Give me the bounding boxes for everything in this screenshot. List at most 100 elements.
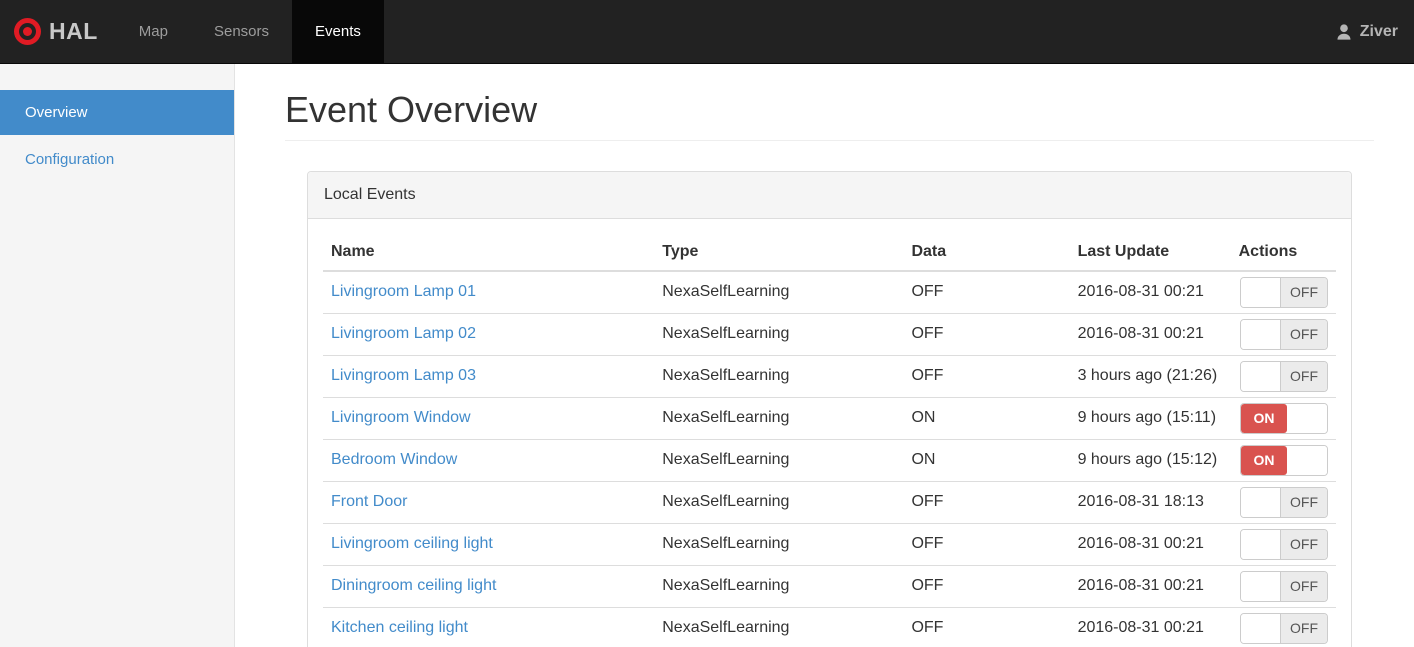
table-row: Diningroom ceiling light NexaSelfLearnin… <box>323 564 1336 608</box>
event-data: ON <box>903 396 1070 440</box>
table-row: Front Door NexaSelfLearning OFF 2016-08-… <box>323 480 1336 524</box>
event-last-update: 2016-08-31 18:13 <box>1069 480 1231 524</box>
event-type: NexaSelfLearning <box>654 438 904 482</box>
event-name-link[interactable]: Bedroom Window <box>331 451 457 468</box>
toggle-label: OFF <box>1281 571 1327 601</box>
event-data: OFF <box>903 480 1070 524</box>
page-header: Event Overview <box>285 90 1374 141</box>
nav-item-map[interactable]: Map <box>116 0 191 63</box>
toggle-label: ON <box>1241 445 1287 475</box>
event-data: OFF <box>903 522 1070 566</box>
brand-label: HAL <box>49 18 98 44</box>
table-row: Bedroom Window NexaSelfLearning ON 9 hou… <box>323 438 1336 482</box>
event-type: NexaSelfLearning <box>662 283 790 301</box>
event-type: NexaSelfLearning <box>654 354 904 398</box>
header-type: Type <box>654 233 904 272</box>
event-last-update: 9 hours ago (15:12) <box>1069 438 1231 482</box>
event-last-update: 2016-08-31 00:21 <box>1069 522 1231 566</box>
header-data: Data <box>903 233 1070 272</box>
event-last-update: 2016-08-31 00:21 <box>1069 312 1231 356</box>
toggle-handle <box>1241 613 1281 643</box>
top-navbar: HAL Map Sensors Events Ziver <box>0 0 1414 64</box>
table-row: Livingroom ceiling light NexaSelfLearnin… <box>323 522 1336 566</box>
event-type: NexaSelfLearning <box>654 606 904 647</box>
table-header-row: Name Type Data Last Update Actions <box>323 233 1336 272</box>
header-actions: Actions <box>1230 233 1336 272</box>
toggle-handle <box>1241 361 1281 391</box>
table-row: Kitchen ceiling light NexaSelfLearning O… <box>323 606 1336 647</box>
toggle-label: OFF <box>1281 361 1327 391</box>
event-type: NexaSelfLearning <box>654 522 904 566</box>
table-row: Livingroom Lamp 03 NexaSelfLearning OFF … <box>323 354 1336 398</box>
main-content: Event Overview Local Events Name Type Da… <box>235 64 1414 647</box>
header-name: Name <box>323 233 655 272</box>
table-row: Livingroom Lamp 02 NexaSelfLearning OFF … <box>323 312 1336 356</box>
toggle-handle <box>1241 487 1281 517</box>
event-data: OFF <box>903 312 1070 356</box>
panel-title: Local Events <box>308 171 1351 219</box>
event-data: OFF <box>911 283 944 301</box>
toggle-handle <box>1241 319 1281 349</box>
toggle-label: OFF <box>1281 487 1327 517</box>
toggle-switch[interactable]: OFF <box>1240 570 1328 602</box>
nav-item-events[interactable]: Events <box>292 0 384 63</box>
local-events-panel: Local Events Name Type Data Last Update … <box>307 170 1352 647</box>
event-name-link[interactable]: Livingroom Lamp 01 <box>331 283 476 300</box>
events-table: Name Type Data Last Update Actions Livin… <box>323 233 1336 647</box>
brand[interactable]: HAL <box>0 0 116 63</box>
toggle-handle <box>1241 529 1281 559</box>
event-data: OFF <box>903 564 1070 608</box>
user-menu[interactable]: Ziver <box>1335 0 1414 63</box>
toggle-switch[interactable]: OFF <box>1240 360 1328 392</box>
user-name: Ziver <box>1359 22 1398 40</box>
event-name-link[interactable]: Livingroom ceiling light <box>331 535 493 552</box>
event-data: OFF <box>903 606 1070 647</box>
event-name-link[interactable]: Diningroom ceiling light <box>331 577 496 594</box>
toggle-switch[interactable]: OFF <box>1240 486 1328 518</box>
target-icon <box>14 18 41 45</box>
toggle-handle <box>1287 403 1327 433</box>
header-last-update: Last Update <box>1069 233 1231 272</box>
sidebar-item-overview[interactable]: Overview <box>0 90 234 135</box>
toggle-label: OFF <box>1281 277 1327 307</box>
toggle-switch[interactable]: ON <box>1240 444 1328 476</box>
events-table-body: Livingroom Lamp 01 NexaSelfLearning OFF … <box>323 271 1336 647</box>
sidebar-item-configuration[interactable]: Configuration <box>0 137 234 182</box>
event-last-update: 2016-08-31 00:21 <box>1069 564 1231 608</box>
nav-links: Map Sensors Events <box>116 0 384 63</box>
toggle-handle <box>1241 277 1281 307</box>
event-name-link[interactable]: Livingroom Lamp 03 <box>331 367 476 384</box>
event-type: NexaSelfLearning <box>654 480 904 524</box>
toggle-label: OFF <box>1281 529 1327 559</box>
nav-item-sensors[interactable]: Sensors <box>191 0 292 63</box>
event-data: ON <box>903 438 1070 482</box>
event-last-update: 2016-08-31 00:21 <box>1077 283 1204 301</box>
toggle-switch[interactable]: OFF <box>1240 318 1328 350</box>
event-name-link[interactable]: Livingroom Lamp 02 <box>331 325 476 342</box>
event-data: OFF <box>903 354 1070 398</box>
toggle-switch[interactable]: OFF <box>1240 528 1328 560</box>
event-last-update: 2016-08-31 00:21 <box>1069 606 1231 647</box>
event-name-link[interactable]: Kitchen ceiling light <box>331 619 468 636</box>
event-last-update: 9 hours ago (15:11) <box>1069 396 1231 440</box>
toggle-label: OFF <box>1281 613 1327 643</box>
toggle-label: OFF <box>1281 319 1327 349</box>
page-body: Overview Configuration Event Overview Lo… <box>0 64 1414 647</box>
table-row: Livingroom Lamp 01 NexaSelfLearning OFF … <box>323 271 1336 314</box>
panel-body: Name Type Data Last Update Actions Livin… <box>308 219 1351 647</box>
event-type: NexaSelfLearning <box>654 564 904 608</box>
table-row: Livingroom Window NexaSelfLearning ON 9 … <box>323 396 1336 440</box>
toggle-switch[interactable]: OFF <box>1240 276 1328 308</box>
toggle-handle <box>1241 571 1281 601</box>
event-type: NexaSelfLearning <box>654 312 904 356</box>
page-title: Event Overview <box>285 89 538 130</box>
toggle-label: ON <box>1241 403 1287 433</box>
sidebar: Overview Configuration <box>0 64 235 647</box>
toggle-switch[interactable]: OFF <box>1240 612 1328 644</box>
event-last-update: 3 hours ago (21:26) <box>1069 354 1231 398</box>
toggle-switch[interactable]: ON <box>1240 402 1328 434</box>
event-name-link[interactable]: Front Door <box>331 493 407 510</box>
toggle-handle <box>1287 445 1327 475</box>
user-icon <box>1335 23 1353 41</box>
event-name-link[interactable]: Livingroom Window <box>331 409 471 426</box>
